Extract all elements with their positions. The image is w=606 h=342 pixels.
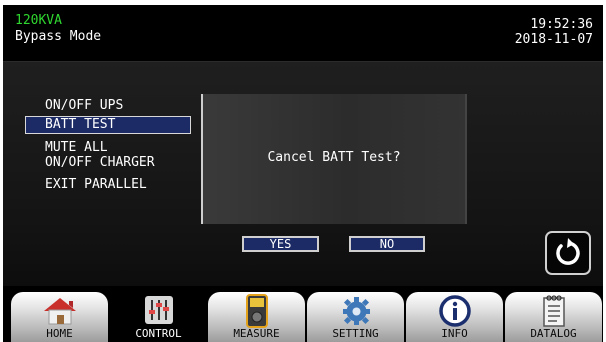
- sliders-icon: [144, 296, 173, 324]
- tab-measure-label: MEASURE: [233, 327, 280, 340]
- clock-time: 19:52:36: [530, 17, 593, 32]
- tab-home[interactable]: HOME: [11, 292, 108, 342]
- home-icon: [43, 298, 76, 325]
- bottom-nav: HOME CONTROL MEASURE SETTING INFO DATALO…: [3, 286, 603, 342]
- gear-icon: [342, 297, 370, 325]
- tab-info-label: INFO: [441, 327, 468, 340]
- menu-item-exit-parallel[interactable]: EXIT PARALLEL: [25, 177, 191, 195]
- tab-measure[interactable]: MEASURE: [208, 292, 305, 342]
- tab-control-label: CONTROL: [135, 327, 182, 340]
- refresh-back-icon: [556, 238, 580, 265]
- yes-button[interactable]: YES: [242, 236, 319, 252]
- ups-screen: 120KVA Bypass Mode 19:52:36 2018-11-07 O…: [3, 5, 603, 342]
- meter-icon: [245, 294, 268, 328]
- clock-date: 2018-11-07: [514, 32, 593, 47]
- mode-label: Bypass Mode: [15, 29, 102, 44]
- tab-setting-label: SETTING: [332, 327, 379, 340]
- status-header: 120KVA Bypass Mode 19:52:36 2018-11-07: [3, 5, 603, 61]
- info-icon: [438, 295, 471, 327]
- menu-item-on-off-charger[interactable]: ON/OFF CHARGER: [25, 155, 191, 173]
- log-icon: [542, 295, 565, 327]
- tab-home-label: HOME: [46, 327, 73, 340]
- menu-item-on-off-ups[interactable]: ON/OFF UPS: [25, 98, 191, 116]
- back-button[interactable]: [545, 231, 591, 275]
- tab-datalog[interactable]: DATALOG: [505, 292, 602, 342]
- tab-control[interactable]: CONTROL: [110, 292, 207, 342]
- tab-setting[interactable]: SETTING: [307, 292, 404, 342]
- dialog-message: Cancel BATT Test?: [267, 150, 401, 165]
- model-label: 120KVA: [15, 13, 62, 28]
- control-panel: ON/OFF UPS BATT TEST MUTE ALL ON/OFF CHA…: [3, 61, 603, 287]
- no-button[interactable]: NO: [349, 236, 425, 252]
- menu-item-batt-test[interactable]: BATT TEST: [25, 116, 191, 134]
- confirm-dialog: Cancel BATT Test?: [203, 94, 467, 224]
- tab-datalog-label: DATALOG: [530, 327, 577, 340]
- tab-info[interactable]: INFO: [406, 292, 503, 342]
